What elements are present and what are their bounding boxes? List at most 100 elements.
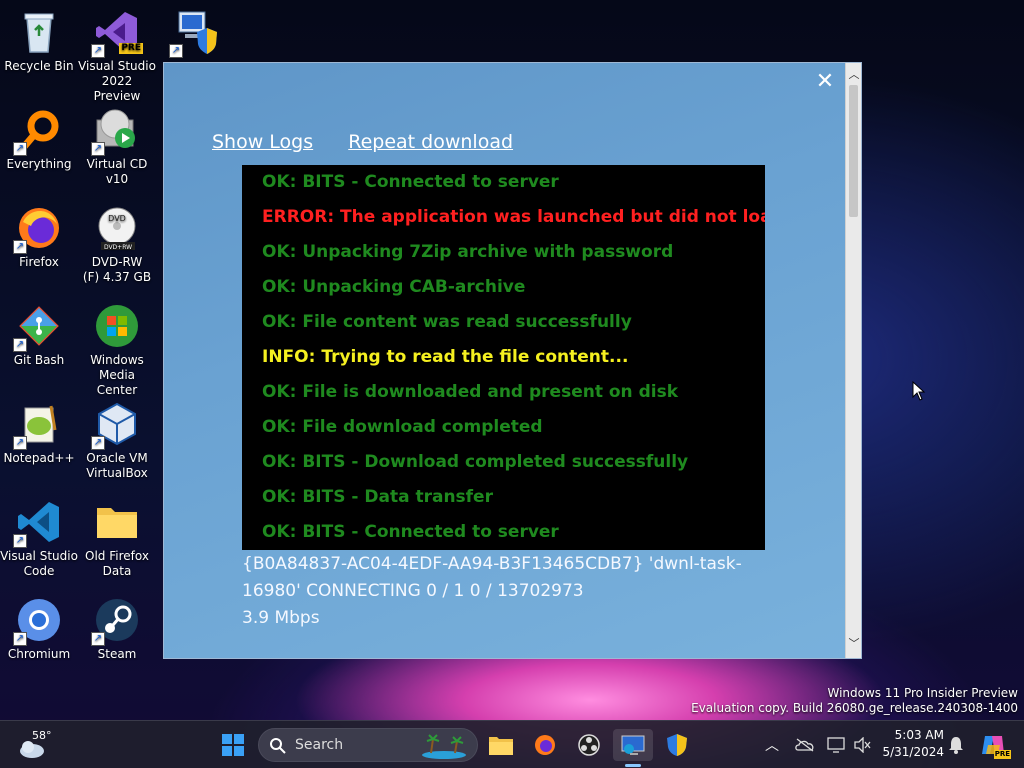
desktop-icon-vscode[interactable]: ↗ Visual Studio Code xyxy=(0,498,78,579)
desktop-icon-label: Git Bash xyxy=(13,353,65,367)
desktop-icon-label: Everything xyxy=(6,157,72,171)
scroll-up-icon[interactable]: ︿ xyxy=(846,67,862,83)
clock-time: 5:03 AM xyxy=(894,728,944,742)
desktop-icon-label: Old Firefox Data xyxy=(85,549,149,578)
desktop-icon-label: Visual Studio Code xyxy=(0,549,78,578)
task-status-line-1: {B0A84837-AC04-4EDF-AA94-B3F13465CDB7} '… xyxy=(242,554,742,574)
log-line: OK: BITS - Connected to server xyxy=(262,172,559,192)
show-logs-link[interactable]: Show Logs xyxy=(212,131,313,153)
desktop-icon-label: Steam xyxy=(97,647,137,661)
scroll-thumb[interactable] xyxy=(849,85,858,217)
computer-shield-icon: ↗ xyxy=(169,8,219,58)
shortcut-arrow-icon: ↗ xyxy=(169,44,183,58)
repeat-download-link[interactable]: Repeat download xyxy=(348,131,513,153)
log-panel: OK: BITS - Connected to server ERROR: Th… xyxy=(242,165,765,550)
desktop-icon-recycle-bin[interactable]: Recycle Bin xyxy=(0,8,78,74)
log-line: OK: BITS - Data transfer xyxy=(262,487,493,507)
copilot-pre-badge: PRE xyxy=(993,750,1011,759)
visual-studio-icon: ↗ PRE xyxy=(91,8,143,58)
taskbar-active-app[interactable] xyxy=(613,729,653,767)
desktop-icon-label: DVD-RW (F) 4.37 GB xyxy=(82,255,152,284)
chromium-icon: ↗ xyxy=(13,596,63,646)
shortcut-arrow-icon: ↗ xyxy=(91,44,105,58)
dialog-scrollbar[interactable]: ︿ ﹀ xyxy=(845,63,861,658)
file-explorer-icon xyxy=(489,737,513,755)
close-icon: ✕ xyxy=(815,69,835,94)
desktop-icon-git-bash[interactable]: ↗ Git Bash xyxy=(0,302,78,368)
taskbar-firefox[interactable] xyxy=(529,729,561,761)
dvd-logo-text: DVD xyxy=(108,214,126,223)
log-line: INFO: Trying to read the file content... xyxy=(262,347,629,367)
desktop-icon-dvd-rw[interactable]: DVD DVD+RW DVD-RW (F) 4.37 GB xyxy=(78,204,156,285)
start-button[interactable] xyxy=(217,729,249,761)
watermark-line-2: Evaluation copy. Build 26080.ge_release.… xyxy=(691,701,1018,715)
dvd-rw-logo-text: DVD+RW xyxy=(104,244,132,251)
close-button[interactable]: ✕ xyxy=(813,71,837,95)
desktop-icon-visual-studio[interactable]: ↗ PRE Visual Studio 2022 Preview xyxy=(78,8,156,104)
desktop-icon-label: Windows Media Center xyxy=(90,353,144,397)
taskbar-obs[interactable] xyxy=(573,729,605,761)
search-highlight-icon xyxy=(422,734,466,759)
desktop-icon-firefox[interactable]: ↗ Firefox xyxy=(0,204,78,270)
search-placeholder: Search xyxy=(295,737,344,753)
taskbar-security[interactable] xyxy=(661,729,693,761)
shortcut-arrow-icon: ↗ xyxy=(13,534,27,548)
desktop-icon-virtual-cd[interactable]: ↗ Virtual CD v10 xyxy=(78,106,156,187)
shortcut-arrow-icon: ↗ xyxy=(91,632,105,646)
search-icon xyxy=(270,738,286,754)
mouse-cursor-icon xyxy=(912,381,926,401)
shortcut-arrow-icon: ↗ xyxy=(13,338,27,352)
desktop-icon-virtualbox[interactable]: ↗ Oracle VM VirtualBox xyxy=(78,400,156,481)
windows-logo-icon xyxy=(222,734,244,756)
desktop-icon-label: Notepad++ xyxy=(3,451,75,465)
desktop-icon-old-firefox-data[interactable]: Old Firefox Data xyxy=(78,498,156,579)
onedrive-offline-icon[interactable] xyxy=(795,738,815,752)
preview-badge: PRE xyxy=(119,43,143,54)
desktop-icon-notepad-plus-plus[interactable]: ↗ Notepad++ xyxy=(0,400,78,466)
log-line: OK: BITS - Download completed successful… xyxy=(262,452,689,472)
recycle-bin-icon xyxy=(15,8,63,56)
notepad-plus-plus-icon: ↗ xyxy=(13,400,63,450)
shortcut-arrow-icon: ↗ xyxy=(91,436,105,450)
firefox-icon xyxy=(535,735,555,755)
desktop-icon-label: Visual Studio 2022 Preview xyxy=(78,59,156,103)
download-status: {B0A84837-AC04-4EDF-AA94-B3F13465CDB7} '… xyxy=(242,551,772,632)
notification-bell-icon[interactable] xyxy=(948,736,964,754)
windows-evaluation-watermark: Windows 11 Pro Insider Preview Evaluatio… xyxy=(691,686,1018,716)
watermark-line-1: Windows 11 Pro Insider Preview xyxy=(827,686,1018,700)
dvd-drive-icon: DVD DVD+RW xyxy=(93,204,141,252)
log-line: OK: File download completed xyxy=(262,417,543,437)
shield-icon xyxy=(667,734,687,756)
desktop-icon-label: Firefox xyxy=(19,255,59,269)
log-line: OK: Unpacking CAB-archive xyxy=(262,277,526,297)
desktop-icon-everything[interactable]: ↗ Everything xyxy=(0,106,78,172)
tray-overflow-chevron-icon[interactable]: ︿ xyxy=(765,735,779,755)
taskbar-search[interactable]: Search xyxy=(258,728,478,762)
taskbar: 58° Search ︿ 5:03 AM 5/31/2024 PRE xyxy=(0,720,1024,768)
everything-search-icon: ↗ xyxy=(13,106,63,156)
clock-date: 5/31/2024 xyxy=(882,745,944,759)
taskbar-clock[interactable]: 5:03 AM 5/31/2024 xyxy=(882,727,944,761)
desktop-icon-windows-media-center[interactable]: Windows Media Center xyxy=(78,302,156,398)
taskbar-file-explorer[interactable] xyxy=(485,729,517,761)
volume-muted-icon[interactable] xyxy=(853,737,871,753)
shortcut-arrow-icon: ↗ xyxy=(13,632,27,646)
desktop-icon-label: Oracle VM VirtualBox xyxy=(86,451,148,480)
weather-widget[interactable]: 58° xyxy=(18,729,58,761)
copilot-button[interactable]: PRE xyxy=(977,729,1011,761)
weather-temp: 58° xyxy=(32,729,52,742)
display-settings-icon[interactable] xyxy=(827,737,845,753)
scroll-down-icon[interactable]: ﹀ xyxy=(846,636,862,652)
active-app-indicator xyxy=(625,764,641,767)
desktop-icon-network-shortcut[interactable]: ↗ xyxy=(156,8,234,59)
task-status-line-2: 16980' CONNECTING 0 / 1 0 / 13702973 xyxy=(242,581,584,601)
obs-icon xyxy=(578,734,600,756)
virtualbox-icon: ↗ xyxy=(91,400,141,450)
desktop-icon-chromium[interactable]: ↗ Chromium xyxy=(0,596,78,662)
app-monitor-icon xyxy=(621,735,645,755)
shortcut-arrow-icon: ↗ xyxy=(13,240,27,254)
download-dialog: ✕ Show Logs Repeat download OK: BITS - C… xyxy=(163,62,862,659)
log-line: ERROR: The application was launched but … xyxy=(262,207,765,227)
desktop-icon-steam[interactable]: ↗ Steam xyxy=(78,596,156,662)
desktop-icon-label: Recycle Bin xyxy=(4,59,74,73)
